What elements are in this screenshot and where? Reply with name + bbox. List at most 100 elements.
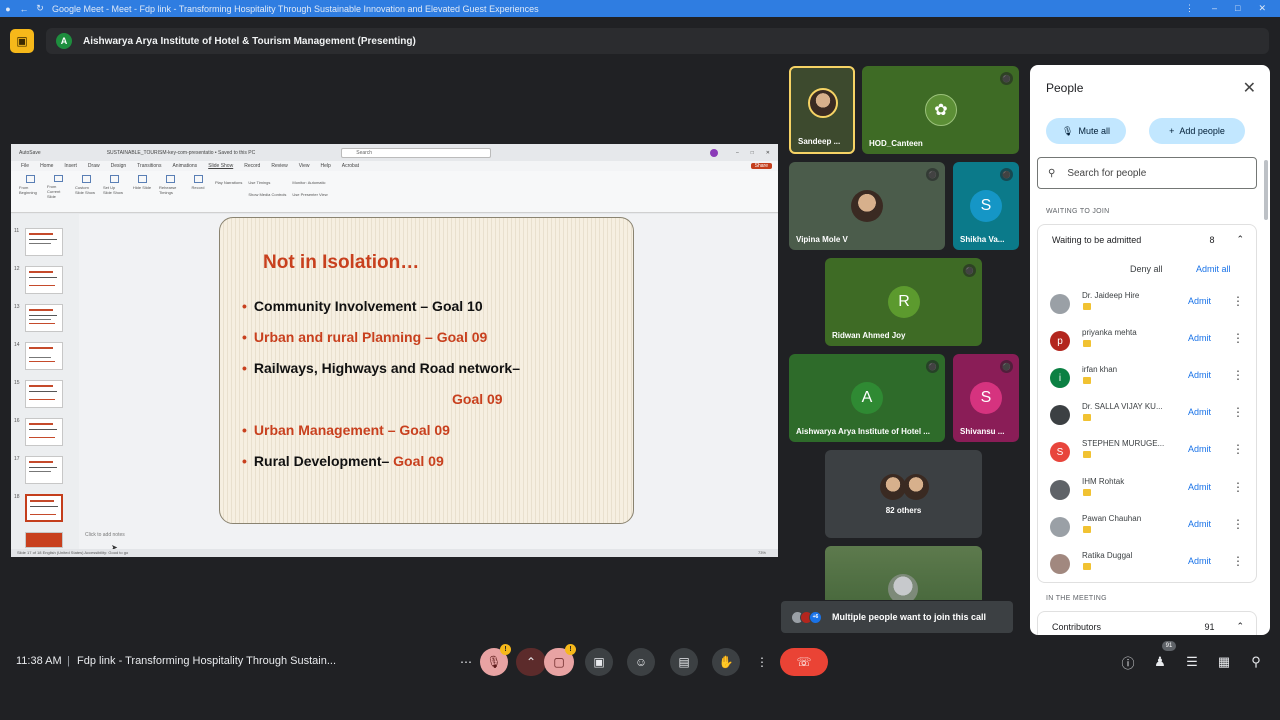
raise-hand-button[interactable]: ✋ — [712, 648, 740, 676]
ribbon-from-current[interactable]: From Current Slide — [47, 171, 69, 199]
back-icon[interactable]: ← — [16, 4, 32, 14]
add-people-button[interactable]: + Add people — [1149, 118, 1245, 144]
ppt-menu-item[interactable]: View — [299, 163, 310, 169]
more-options-icon[interactable]: ⋮ — [1232, 405, 1244, 419]
ppt-menu-item[interactable]: Home — [40, 163, 53, 169]
more-options-icon[interactable]: ⋮ — [1232, 368, 1244, 382]
ribbon-setup-show[interactable]: Set Up Slide Show — [103, 171, 125, 199]
more-options-icon[interactable]: ⋮ — [1232, 517, 1244, 531]
contributors-group-header[interactable]: Contributors 91 ⌃ — [1037, 611, 1257, 635]
panel-scrollbar[interactable] — [1264, 160, 1268, 220]
ribbon-rehearse[interactable]: Rehearse Timings — [159, 171, 181, 199]
more-options-icon[interactable]: ⋮ — [1232, 442, 1244, 456]
ppt-menu-item[interactable]: Help — [320, 163, 330, 169]
notes-placeholder[interactable]: Click to add notes — [85, 532, 125, 538]
participant-tile[interactable]: ⚫ ✿ HOD_Canteen — [862, 66, 1019, 154]
ppt-profile-avatar[interactable] — [709, 148, 718, 157]
ppt-menu-item[interactable]: Draw — [88, 163, 100, 169]
meeting-info-icon[interactable]: ⓘ — [1118, 652, 1138, 672]
more-options-icon[interactable]: ⋮ — [1232, 294, 1244, 308]
participant-tile[interactable] — [825, 546, 982, 600]
slide-thumbnail[interactable] — [25, 532, 63, 548]
slide-thumbnail[interactable] — [25, 266, 63, 294]
slide-thumbnail[interactable] — [25, 380, 63, 408]
browser-menu-icon[interactable]: ⋮ — [1185, 3, 1194, 14]
participant-tile[interactable]: ⚫ R Ridwan Ahmed Joy — [825, 258, 982, 346]
chevron-up-icon[interactable]: ⌃ — [1236, 234, 1244, 245]
autosave-label[interactable]: AutoSave — [19, 150, 41, 156]
ribbon-option[interactable]: Use Timings Show Media Controls — [248, 177, 286, 201]
slide-thumbnail[interactable] — [25, 304, 63, 332]
more-options-button[interactable]: ⋮ — [752, 648, 772, 676]
ppt-menu-item[interactable]: Record — [244, 163, 260, 169]
ppt-maximize-icon[interactable]: □ — [751, 150, 754, 156]
ppt-menu-item[interactable]: Insert — [64, 163, 77, 169]
close-icon[interactable]: ✕ — [1243, 78, 1256, 98]
admit-button[interactable]: Admit — [1188, 407, 1211, 417]
captions-button[interactable]: ▤ — [670, 648, 698, 676]
admit-button[interactable]: Admit — [1188, 444, 1211, 454]
participant-tile[interactable]: ⚫ S Shikha Va... — [953, 162, 1019, 250]
participant-tile[interactable]: ⚫ S Shivansu ... — [953, 354, 1019, 442]
admit-button[interactable]: Admit — [1188, 482, 1211, 492]
participant-tile[interactable]: ⚫ Vipina Mole V — [789, 162, 945, 250]
ppt-search-box[interactable]: Search — [341, 147, 492, 158]
ppt-menu-item[interactable]: Acrobat — [342, 163, 359, 169]
chat-icon[interactable]: ☰ — [1182, 652, 1202, 672]
maximize-icon[interactable]: □ — [1235, 3, 1240, 14]
video-options-chevron-icon[interactable]: ⌃ — [516, 648, 546, 676]
slide-thumbnail[interactable] — [25, 418, 63, 446]
slide-thumbnail-selected[interactable] — [25, 494, 63, 522]
ribbon-custom-show[interactable]: Custom Slide Show — [75, 171, 97, 199]
participant-tile[interactable]: Sandeep ... — [789, 66, 855, 154]
ppt-zoom[interactable]: 73% — [758, 549, 766, 557]
slide-thumbnail-strip[interactable]: 11 12 13 14 15 16 17 18 — [11, 214, 79, 549]
ppt-menu-item[interactable]: Slide Show — [208, 163, 233, 169]
slide-thumbnail[interactable] — [25, 342, 63, 370]
ppt-minimize-icon[interactable]: – — [736, 150, 739, 156]
slide-thumbnail[interactable] — [25, 456, 63, 484]
host-controls-icon[interactable]: ⚲ — [1246, 652, 1266, 672]
admit-button[interactable]: Admit — [1188, 519, 1211, 529]
mute-all-button[interactable]: 🎙 Mute all — [1046, 118, 1126, 144]
slide-thumbnail[interactable] — [25, 228, 63, 256]
ribbon-hide-slide[interactable]: Hide Slide — [131, 171, 153, 199]
admit-button[interactable]: Admit — [1188, 296, 1211, 306]
ppt-menu-item[interactable]: Review — [271, 163, 287, 169]
reload-icon[interactable]: ↻ — [32, 3, 48, 14]
deny-all-button[interactable]: Deny all — [1130, 264, 1163, 274]
waiting-group-header[interactable]: Waiting to be admitted 8 ⌃ — [1037, 224, 1257, 254]
more-options-icon[interactable]: ⋮ — [1232, 331, 1244, 345]
more-options-icon[interactable]: ⋮ — [1232, 480, 1244, 494]
chevron-up-icon[interactable]: ⌃ — [1236, 621, 1244, 632]
ppt-menu-item[interactable]: Animations — [172, 163, 197, 169]
ribbon-option[interactable]: Monitor: Automatic Use Presenter View — [292, 177, 327, 201]
join-requests-toast[interactable]: +6 Multiple people want to join this cal… — [781, 601, 1013, 633]
ppt-menu-item[interactable]: Design — [111, 163, 127, 169]
reactions-button[interactable]: ☺ — [627, 648, 655, 676]
more-audio-options-icon[interactable]: ⋯ — [458, 648, 474, 676]
ppt-share-button[interactable]: Share — [750, 163, 772, 169]
minimize-icon[interactable]: – — [1212, 3, 1217, 14]
activities-icon[interactable]: ▦ — [1214, 652, 1234, 672]
leave-call-button[interactable]: ☏ — [780, 648, 828, 676]
people-icon[interactable]: ♟ — [1150, 652, 1170, 672]
ppt-menu-item[interactable]: File — [21, 163, 29, 169]
admit-button[interactable]: Admit — [1188, 333, 1211, 343]
participant-tile[interactable]: ⚫ A Aishwarya Arya Institute of Hotel ..… — [789, 354, 945, 442]
ribbon-record[interactable]: Record — [187, 171, 209, 199]
ribbon-option[interactable]: Play Narrations — [215, 177, 242, 189]
more-options-icon[interactable]: ⋮ — [1232, 554, 1244, 568]
ppt-close-icon[interactable]: ✕ — [766, 150, 770, 156]
search-people-input[interactable]: ⚲ Search for people — [1037, 157, 1257, 189]
others-tile[interactable]: 82 others — [825, 450, 982, 538]
ribbon-from-beginning[interactable]: From Beginning — [19, 171, 41, 199]
stop-presenting-icon[interactable]: ▣ — [10, 29, 34, 53]
close-window-icon[interactable]: ✕ — [1258, 3, 1266, 14]
present-screen-button[interactable]: ▣ — [585, 648, 613, 676]
person-avatar — [1050, 405, 1070, 425]
admit-all-button[interactable]: Admit all — [1196, 264, 1231, 274]
admit-button[interactable]: Admit — [1188, 556, 1211, 566]
admit-button[interactable]: Admit — [1188, 370, 1211, 380]
ppt-menu-item[interactable]: Transitions — [137, 163, 161, 169]
